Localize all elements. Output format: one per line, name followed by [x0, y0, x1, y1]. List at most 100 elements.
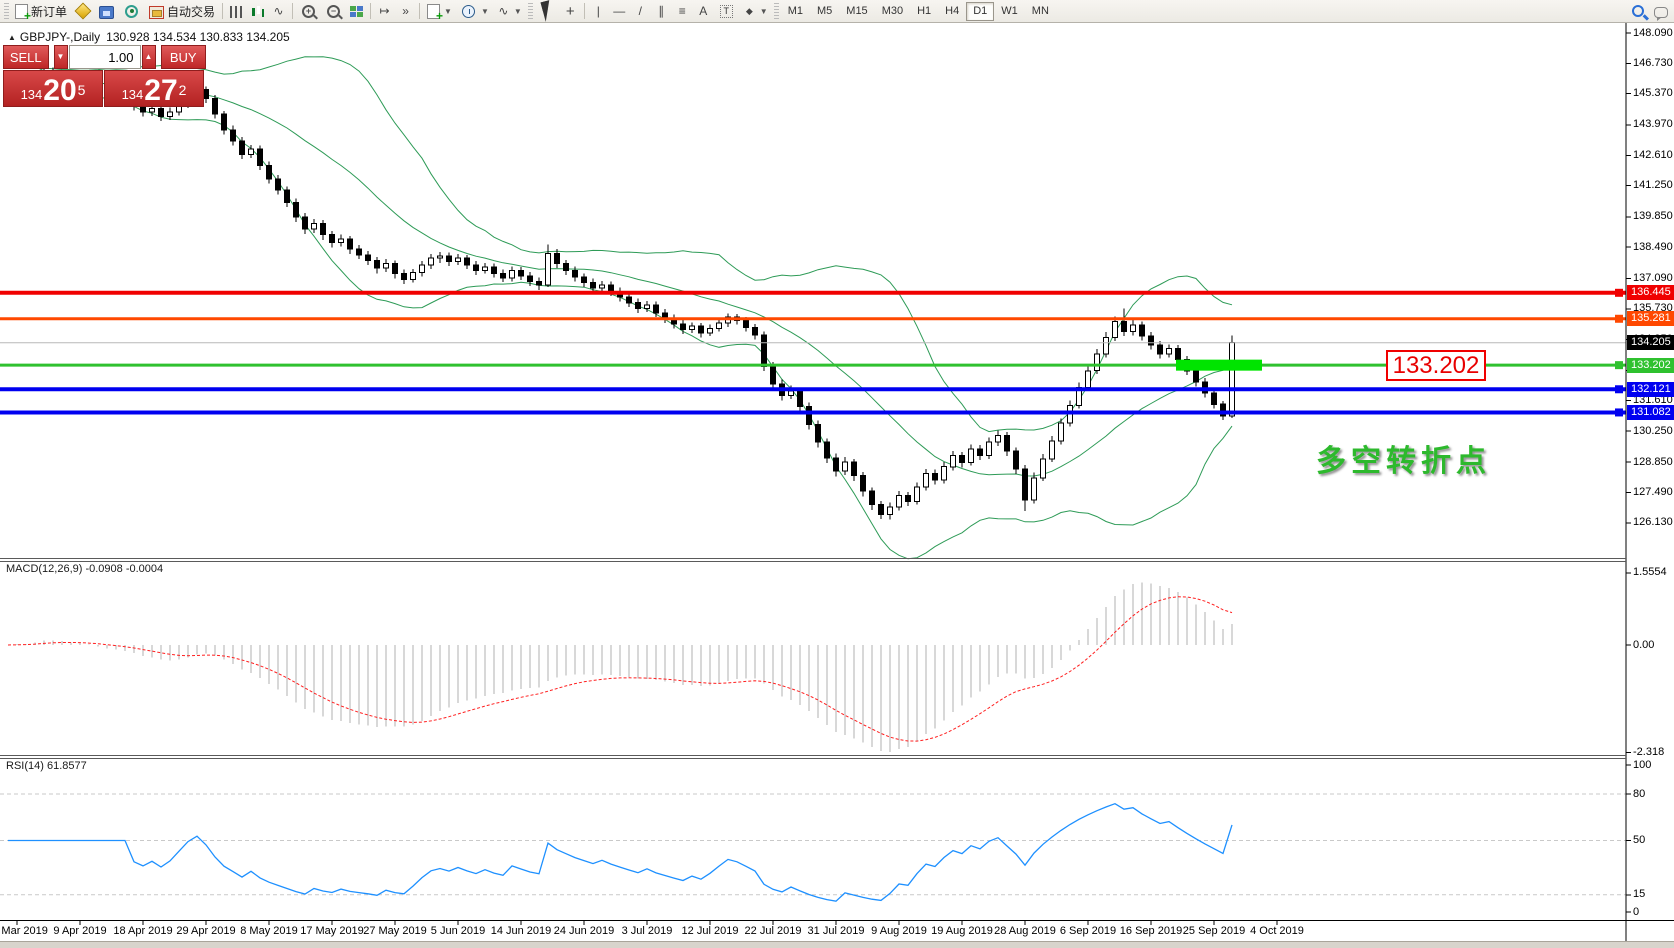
- crosshair-icon: +: [564, 4, 577, 19]
- buy-button[interactable]: BUY: [161, 45, 207, 69]
- new-order-button[interactable]: 新订单: [11, 1, 71, 21]
- rsi-indicator-label: RSI(14) 61.8577: [6, 760, 87, 772]
- timeframe-button-m15[interactable]: M15: [839, 2, 874, 21]
- shapes-dropdown[interactable]: ◆▼: [739, 1, 772, 21]
- auto-scroll-button[interactable]: »: [395, 1, 416, 21]
- chart-frame: [0, 23, 1674, 941]
- chevron-down-icon: ▼: [514, 7, 522, 16]
- cursor-button[interactable]: [535, 1, 560, 21]
- channel-icon: ∥: [655, 4, 668, 19]
- sell-price-display[interactable]: 134 20 5: [3, 70, 103, 107]
- shapes-icon: ◆: [743, 4, 756, 19]
- autotrading-button[interactable]: 自动交易: [145, 1, 219, 21]
- terminal-icon: [99, 6, 114, 19]
- buy-price-sup: 2: [179, 71, 187, 109]
- main-toolbar: 新订单 自动交易 ∿ + − ↦ » ▼ ▼ ∿▼ + | — / ∥ ≡ A …: [0, 0, 1674, 23]
- chevron-down-icon: ▼: [481, 7, 489, 16]
- chart-symbol-header: ▲GBPJPY-,Daily130.928 134.534 130.833 13…: [8, 30, 290, 44]
- timeframe-button-w1[interactable]: W1: [994, 2, 1025, 21]
- tile-windows-icon: [350, 6, 363, 18]
- chinese-annotation: 多空转折点: [1316, 436, 1491, 480]
- volume-decrease-button[interactable]: [54, 45, 68, 69]
- volume-increase-button[interactable]: [142, 45, 156, 69]
- toolbar-separator: [370, 3, 371, 19]
- news-button[interactable]: [71, 1, 95, 21]
- status-bar: [0, 941, 1674, 948]
- cursor-icon: [540, 0, 554, 22]
- chat-button[interactable]: [1650, 1, 1672, 21]
- one-click-trading-panel: SELL BUY 134 20 5 134 27 2: [3, 45, 206, 107]
- toolbar-grip[interactable]: [774, 3, 779, 19]
- toolbar-separator: [584, 3, 585, 19]
- timeframe-button-mn[interactable]: MN: [1025, 2, 1056, 21]
- fibonacci-button[interactable]: ≡: [672, 1, 693, 21]
- horizontal-line-icon: —: [613, 4, 626, 19]
- toolbar-separator: [222, 3, 223, 19]
- chat-icon: [1654, 7, 1668, 18]
- vertical-line-button[interactable]: |: [588, 1, 609, 21]
- timeframe-button-h4[interactable]: H4: [938, 2, 966, 21]
- new-order-label: 新订单: [31, 3, 67, 20]
- timeframe-button-m5[interactable]: M5: [810, 2, 839, 21]
- chart-shift-icon: ↦: [378, 4, 391, 19]
- rsi-layer: [0, 794, 1626, 901]
- text-label-button[interactable]: T: [714, 1, 739, 21]
- buy-price-big: 27: [144, 76, 177, 106]
- tile-windows-button[interactable]: [346, 1, 367, 21]
- zoom-out-button[interactable]: −: [321, 1, 346, 21]
- zoom-in-icon: +: [302, 5, 315, 18]
- collapse-triangle-icon[interactable]: ▲: [8, 33, 16, 42]
- diamond-icon: [75, 3, 92, 20]
- timeframe-button-d1[interactable]: D1: [966, 2, 994, 21]
- timeframe-button-m1[interactable]: M1: [781, 2, 810, 21]
- line-chart-icon: ∿: [272, 4, 285, 19]
- volume-input[interactable]: [69, 45, 141, 69]
- search-icon: [1632, 5, 1644, 17]
- line-chart-button[interactable]: ∿: [268, 1, 289, 21]
- bollinger-bands: [8, 57, 1232, 559]
- indicators-dropdown[interactable]: ∿▼: [493, 1, 526, 21]
- toolbar-separator: [419, 3, 420, 19]
- chevron-down-icon: ▼: [760, 7, 768, 16]
- macd-layer: [8, 582, 1232, 751]
- autotrading-icon: [149, 6, 164, 19]
- bar-chart-button[interactable]: [226, 1, 247, 21]
- channel-button[interactable]: ∥: [651, 1, 672, 21]
- clock-icon: [462, 5, 475, 18]
- crosshair-button[interactable]: +: [560, 1, 581, 21]
- timeframe-button-h1[interactable]: H1: [910, 2, 938, 21]
- macd-indicator-label: MACD(12,26,9) -0.0908 -0.0004: [6, 563, 163, 575]
- timeframe-toolbar: M1M5M15M30H1H4D1W1MN: [781, 2, 1056, 21]
- chart-shift-button[interactable]: ↦: [374, 1, 395, 21]
- search-button[interactable]: [1626, 1, 1650, 21]
- ohlc-values: 130.928 134.534 130.833 134.205: [106, 30, 290, 44]
- profiles-dropdown[interactable]: ▼: [456, 1, 493, 21]
- horizontal-lines-layer: [0, 289, 1626, 417]
- buy-price-display[interactable]: 134 27 2: [104, 70, 204, 107]
- sell-button[interactable]: SELL: [3, 45, 49, 69]
- terminal-button[interactable]: [95, 1, 118, 21]
- signal-icon: [125, 5, 138, 18]
- indicator-wave-icon: ∿: [497, 4, 510, 19]
- horizontal-line-button[interactable]: —: [609, 1, 630, 21]
- price-callout-label[interactable]: 133.202: [1386, 350, 1486, 381]
- buy-price-prefix: 134: [122, 84, 144, 106]
- autotrading-label: 自动交易: [167, 3, 215, 20]
- candlestick-icon: [251, 5, 264, 18]
- timeframe-button-m30[interactable]: M30: [875, 2, 910, 21]
- auto-scroll-icon: »: [399, 4, 412, 19]
- fibonacci-icon: ≡: [676, 4, 689, 19]
- mt4-window: 新订单 自动交易 ∿ + − ↦ » ▼ ▼ ∿▼ + | — / ∥ ≡ A …: [0, 0, 1674, 948]
- text-icon: A: [697, 4, 710, 19]
- signals-button[interactable]: [118, 1, 145, 21]
- toolbar-grip[interactable]: [4, 3, 9, 19]
- zoom-in-button[interactable]: +: [296, 1, 321, 21]
- trendline-button[interactable]: /: [630, 1, 651, 21]
- candle-chart-button[interactable]: [247, 1, 268, 21]
- new-chart-dropdown[interactable]: ▼: [423, 1, 456, 21]
- text-button[interactable]: A: [693, 1, 714, 21]
- toolbar-grip[interactable]: [528, 3, 533, 19]
- toolbar-separator: [292, 3, 293, 19]
- text-label-icon: T: [720, 5, 733, 18]
- new-chart-icon: [427, 4, 440, 19]
